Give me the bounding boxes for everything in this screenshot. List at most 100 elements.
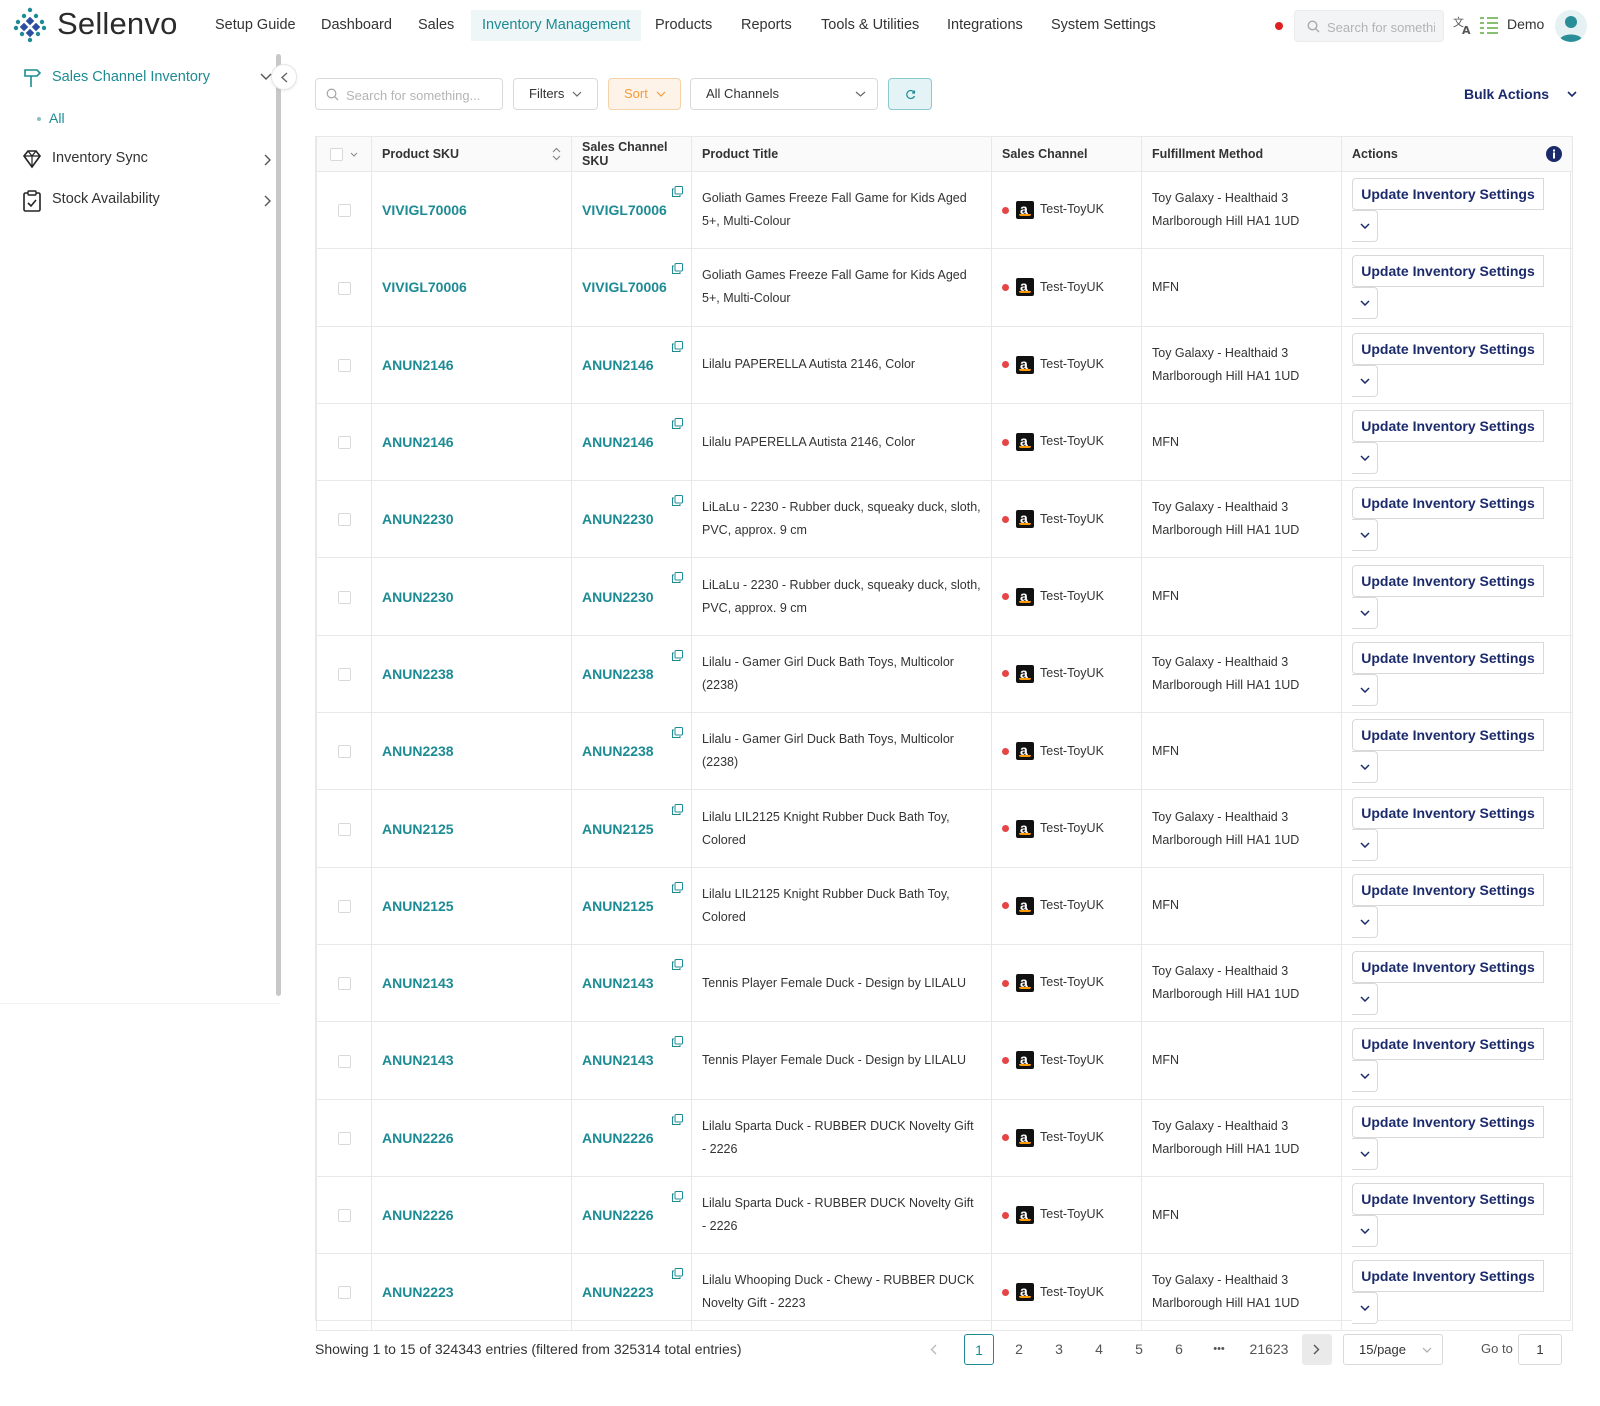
nav-setup-guide[interactable]: Setup Guide [204,10,307,41]
page-last[interactable]: 21623 [1244,1334,1294,1365]
action-dropdown-button[interactable] [1352,905,1378,938]
row-checkbox[interactable] [337,513,351,527]
row-checkbox[interactable] [337,358,351,372]
page-6[interactable]: 6 [1164,1334,1194,1365]
sidebar-item-stock-availability[interactable]: Stock Availability [22,188,272,212]
copy-icon[interactable] [672,1190,683,1202]
action-dropdown-button[interactable] [1352,1292,1378,1325]
refresh-button[interactable] [888,78,932,110]
product-sku-link[interactable]: ANUN2223 [382,1284,454,1300]
nav-tools-utilities[interactable]: Tools & Utilities [810,10,930,41]
update-inventory-settings-button[interactable]: Update Inventory Settings [1352,951,1544,984]
product-sku-link[interactable]: ANUN2143 [382,1052,454,1068]
channel-sku-link[interactable]: ANUN2226 [582,1207,654,1223]
channel-sku-link[interactable]: ANUN2143 [582,1052,654,1068]
update-inventory-settings-button[interactable]: Update Inventory Settings [1352,1105,1544,1138]
update-inventory-settings-button[interactable]: Update Inventory Settings [1352,796,1544,829]
column-header-product-title[interactable]: Product Title [691,136,992,172]
copy-icon[interactable] [672,263,683,275]
bulk-actions-button[interactable]: Bulk Actions [1455,78,1585,110]
sort-button[interactable]: Sort [608,78,681,110]
nav-reports[interactable]: Reports [730,10,803,41]
nav-integrations[interactable]: Integrations [936,10,1034,41]
action-dropdown-button[interactable] [1352,442,1378,475]
row-checkbox[interactable] [337,1054,351,1068]
info-icon[interactable] [1546,146,1562,162]
select-all-checkbox[interactable] [329,148,343,162]
table-search-input[interactable] [346,85,496,105]
sort-arrows-icon[interactable] [552,147,561,161]
global-search[interactable] [1294,10,1444,42]
product-sku-link[interactable]: ANUN2226 [382,1130,454,1146]
update-inventory-settings-button[interactable]: Update Inventory Settings [1352,410,1544,443]
row-checkbox[interactable] [337,436,351,450]
row-checkbox[interactable] [337,1209,351,1223]
channel-sku-link[interactable]: ANUN2238 [582,666,654,682]
action-dropdown-button[interactable] [1352,1137,1378,1170]
copy-icon[interactable] [672,1036,683,1048]
channel-sku-link[interactable]: ANUN2223 [582,1284,654,1300]
page-2[interactable]: 2 [1004,1334,1034,1365]
goto-page-input[interactable] [1518,1334,1562,1365]
action-dropdown-button[interactable] [1352,1060,1378,1093]
update-inventory-settings-button[interactable]: Update Inventory Settings [1352,487,1544,520]
update-inventory-settings-button[interactable]: Update Inventory Settings [1352,178,1544,211]
row-checkbox[interactable] [337,204,351,218]
column-header-fulfillment-method[interactable]: Fulfillment Method [1141,136,1342,172]
page-3[interactable]: 3 [1044,1334,1074,1365]
row-checkbox[interactable] [337,1131,351,1145]
nav-inventory-management[interactable]: Inventory Management [471,10,642,41]
channel-sku-link[interactable]: ANUN2230 [582,511,654,527]
product-sku-link[interactable]: ANUN2226 [382,1207,454,1223]
page-5[interactable]: 5 [1124,1334,1154,1365]
app-name[interactable]: Sellenvo [57,6,178,42]
prev-page-icon[interactable] [930,1344,937,1355]
chevron-down-icon[interactable] [350,152,358,157]
product-sku-link[interactable]: ANUN2146 [382,434,454,450]
update-inventory-settings-button[interactable]: Update Inventory Settings [1352,719,1544,752]
column-header-sales-channel[interactable]: Sales Channel [991,136,1142,172]
translate-icon[interactable]: 文 A [1453,15,1473,35]
channel-sku-link[interactable]: VIVIGL70006 [582,279,667,295]
logo-icon[interactable] [13,7,47,43]
action-dropdown-button[interactable] [1352,287,1378,320]
row-checkbox[interactable] [337,1286,351,1300]
column-header-sales-channel-sku[interactable]: Sales Channel SKU [571,136,692,172]
row-checkbox[interactable] [337,668,351,682]
action-dropdown-button[interactable] [1352,210,1378,243]
channel-sku-link[interactable]: ANUN2125 [582,821,654,837]
copy-icon[interactable] [672,1113,683,1125]
action-dropdown-button[interactable] [1352,751,1378,784]
page-ellipsis[interactable]: ••• [1204,1334,1234,1365]
channel-sku-link[interactable]: ANUN2146 [582,357,654,373]
page-size-select[interactable]: 15/page [1343,1334,1443,1365]
channel-sku-link[interactable]: ANUN2143 [582,975,654,991]
copy-icon[interactable] [672,572,683,584]
channel-sku-link[interactable]: ANUN2146 [582,434,654,450]
copy-icon[interactable] [672,881,683,893]
row-checkbox[interactable] [337,822,351,836]
action-dropdown-button[interactable] [1352,1215,1378,1247]
nav-sales[interactable]: Sales [407,10,465,41]
channel-sku-link[interactable]: VIVIGL70006 [582,202,667,218]
avatar[interactable] [1555,10,1587,42]
row-checkbox[interactable] [337,977,351,991]
product-sku-link[interactable]: ANUN2238 [382,666,454,682]
product-sku-link[interactable]: ANUN2238 [382,743,454,759]
row-checkbox[interactable] [337,745,351,759]
sidebar-item-sales-channel-inventory[interactable]: Sales Channel Inventory [22,66,272,90]
update-inventory-settings-button[interactable]: Update Inventory Settings [1352,873,1544,906]
page-1[interactable]: 1 [964,1334,994,1365]
product-sku-link[interactable]: ANUN2230 [382,511,454,527]
product-sku-link[interactable]: VIVIGL70006 [382,202,467,218]
nav-system-settings[interactable]: System Settings [1040,10,1167,41]
channel-sku-link[interactable]: ANUN2226 [582,1130,654,1146]
sidebar-collapse-button[interactable] [271,64,297,90]
update-inventory-settings-button[interactable]: Update Inventory Settings [1352,1028,1544,1061]
update-inventory-settings-button[interactable]: Update Inventory Settings [1352,332,1544,365]
action-dropdown-button[interactable] [1352,519,1378,552]
copy-icon[interactable] [672,804,683,816]
action-dropdown-button[interactable] [1352,673,1378,706]
row-checkbox[interactable] [337,281,351,295]
channel-sku-link[interactable]: ANUN2230 [582,589,654,605]
